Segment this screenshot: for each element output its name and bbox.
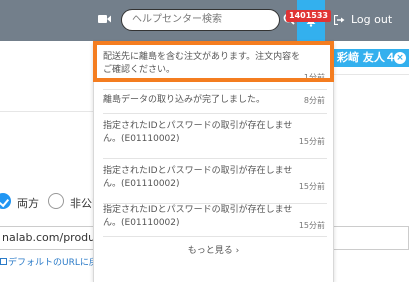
- notification-text: 指定されたIDとパスワードの取引が存在しません。(E01110002): [103, 166, 293, 189]
- url-input-right-edge[interactable]: [334, 226, 409, 250]
- help-search-input[interactable]: ヘルプセンター検索: [121, 9, 280, 31]
- notification-text: 離島データの取り込みが完了しました。: [103, 95, 266, 105]
- notification-text: 指定されたIDとパスワードの取引が存在しません。(E01110002): [103, 205, 293, 228]
- notification-item[interactable]: 指定されたIDとパスワードの取引が存在しません。(E01110002) 15分前: [103, 204, 327, 237]
- divider: [334, 74, 409, 75]
- notification-count-badge: 1401533: [286, 10, 331, 22]
- notification-time: 15分前: [298, 221, 325, 230]
- top-bar: ヘルプセンター検索 1401533 Log out: [0, 0, 409, 41]
- product-url-input[interactable]: nalab.com/products: [0, 226, 101, 250]
- see-more-link[interactable]: もっと見る ›: [94, 243, 333, 256]
- notification-time: 8分前: [303, 96, 325, 105]
- reset-icon: [0, 258, 7, 265]
- notification-text: 指定されたIDとパスワードの取引が存在しません。(E01110002): [103, 121, 293, 144]
- logout-icon: [334, 15, 345, 25]
- notification-time: 15分前: [298, 182, 325, 191]
- highlight-box: [93, 41, 334, 82]
- page-section-divider: [0, 72, 100, 112]
- radio-private[interactable]: [48, 193, 64, 209]
- default-url-link[interactable]: デフォルトのURLに戻: [0, 255, 100, 268]
- video-camera-icon[interactable]: [98, 14, 111, 24]
- notification-item[interactable]: 指定されたIDとパスワードの取引が存在しません。(E01110002) 15分前: [103, 159, 327, 204]
- default-url-link-label: デフォルトのURLに戻: [8, 258, 98, 268]
- notification-item[interactable]: 離島データの取り込みが完了しました。 8分前: [103, 90, 327, 114]
- close-icon[interactable]: ×: [394, 52, 406, 64]
- logout-label: Log out: [351, 13, 393, 26]
- notification-item[interactable]: 指定されたIDとパスワードの取引が存在しません。(E01110002) 15分前: [103, 114, 327, 159]
- radio-both-label: 両方: [17, 197, 39, 210]
- notification-time: 15分前: [298, 137, 325, 146]
